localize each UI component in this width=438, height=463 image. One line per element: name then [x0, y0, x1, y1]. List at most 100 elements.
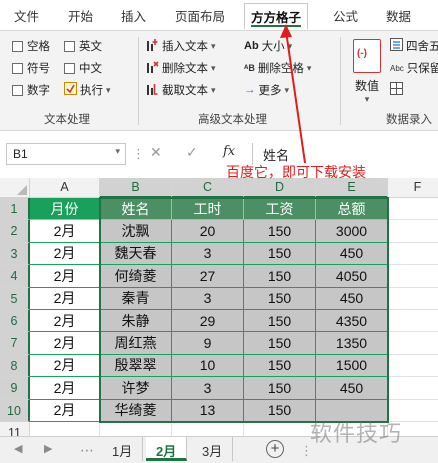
empty-cell[interactable]	[388, 198, 438, 221]
table-cell[interactable]: 29	[172, 310, 244, 333]
empty-cell[interactable]	[388, 310, 438, 333]
scroll-left-icon[interactable]: ◀	[14, 442, 22, 455]
table-cell[interactable]: 1500	[316, 354, 388, 378]
case-button[interactable]: Ab 大小 ▾	[244, 37, 292, 55]
column-header-a[interactable]: A	[30, 178, 100, 198]
cancel-icon[interactable]: ✕	[150, 144, 162, 161]
table-cell[interactable]: 150	[244, 354, 316, 378]
numeric-button[interactable]: 数值 ▾	[348, 37, 386, 104]
table-cell[interactable]: 2月	[30, 265, 100, 288]
table-cell[interactable]: 27	[172, 265, 244, 288]
table-cell[interactable]: 450	[316, 287, 388, 310]
table-cell[interactable]: 3	[172, 377, 244, 400]
table-header-cell[interactable]: 工资	[244, 198, 316, 221]
empty-cell[interactable]	[172, 422, 244, 436]
table-cell[interactable]: 150	[244, 242, 316, 266]
table-cell[interactable]: 9	[172, 332, 244, 355]
column-header-b[interactable]: B	[100, 178, 172, 198]
checkbox-icon[interactable]	[12, 84, 23, 96]
table-cell[interactable]: 何绮菱	[100, 265, 172, 288]
table-cell[interactable]: 许梦	[100, 377, 172, 400]
delete-text-button[interactable]: 删除文本 ▾	[146, 59, 216, 77]
confirm-icon[interactable]: ✓	[186, 144, 198, 161]
sheet-tab-mar[interactable]: 3月	[192, 437, 234, 461]
add-sheet-icon[interactable]: +	[266, 440, 284, 458]
table-cell[interactable]: 2月	[30, 310, 100, 333]
row-header-8[interactable]: 8	[0, 354, 30, 378]
table-cell[interactable]: 殷翠翠	[100, 354, 172, 378]
table-cell[interactable]: 秦青	[100, 287, 172, 310]
row-header-3[interactable]: 3	[0, 242, 30, 266]
table-cell[interactable]: 1350	[316, 332, 388, 355]
tab-data[interactable]: 数据	[386, 6, 411, 25]
table-cell[interactable]: 150	[244, 287, 316, 310]
table-cell[interactable]: 13	[172, 399, 244, 422]
tab-file[interactable]: 文件	[14, 6, 39, 25]
row-header-6[interactable]: 6	[0, 310, 30, 333]
round-button[interactable]: 四舍五	[390, 37, 438, 55]
table-cell[interactable]: 3000	[316, 220, 388, 243]
table-cell[interactable]: 华绮菱	[100, 399, 172, 422]
sheet-tab-feb[interactable]: 2月	[146, 437, 188, 461]
row-header-10[interactable]: 10	[0, 399, 30, 422]
table-cell[interactable]: 朱静	[100, 310, 172, 333]
tab-insert[interactable]: 插入	[121, 6, 146, 25]
table-cell[interactable]: 2月	[30, 287, 100, 310]
empty-cell[interactable]	[388, 288, 438, 310]
table-cell[interactable]: 3	[172, 242, 244, 266]
column-header-f[interactable]: F	[388, 178, 438, 198]
table-cell[interactable]: 沈飘	[100, 220, 172, 243]
empty-cell[interactable]	[100, 422, 172, 436]
empty-cell[interactable]	[388, 332, 438, 355]
table-cell[interactable]: 2月	[30, 377, 100, 400]
table-cell[interactable]: 150	[244, 377, 316, 400]
table-cell[interactable]: 450	[316, 377, 388, 400]
check-number[interactable]: 数字	[12, 81, 50, 99]
table-cell[interactable]: 450	[316, 242, 388, 266]
check-space[interactable]: 空格	[12, 37, 50, 55]
function-icon[interactable]: fx	[223, 144, 235, 159]
row-header-9[interactable]: 9	[0, 377, 30, 400]
table-cell[interactable]: 20	[172, 220, 244, 243]
table-cell[interactable]: 3	[172, 287, 244, 310]
data-extra-button[interactable]	[390, 81, 406, 99]
table-cell[interactable]: 4350	[316, 310, 388, 333]
table-cell[interactable]: 150	[244, 265, 316, 288]
keep-button[interactable]: Abc 只保留	[390, 59, 438, 77]
empty-cell[interactable]	[30, 422, 100, 436]
table-header-cell[interactable]: 月份	[30, 198, 100, 221]
check-chinese[interactable]: 中文	[64, 59, 102, 77]
select-all-corner[interactable]	[0, 178, 30, 198]
table-header-cell[interactable]: 总额	[316, 198, 388, 221]
tab-formulas[interactable]: 公式	[333, 6, 358, 25]
table-cell[interactable]: 2月	[30, 332, 100, 355]
table-cell[interactable]: 150	[244, 332, 316, 355]
name-box[interactable]: B1 ▾	[6, 143, 126, 165]
tab-home[interactable]: 开始	[68, 6, 93, 25]
row-header-11[interactable]: 11	[0, 422, 30, 436]
table-cell[interactable]: 10	[172, 354, 244, 378]
empty-cell[interactable]	[388, 377, 438, 400]
table-cell[interactable]: 2月	[30, 242, 100, 266]
checkbox-icon[interactable]	[64, 62, 75, 74]
tab-page-layout[interactable]: 页面布局	[175, 6, 225, 25]
checkbox-icon[interactable]	[12, 62, 23, 74]
more-button[interactable]: → 更多 ▾	[244, 81, 289, 99]
empty-cell[interactable]	[388, 220, 438, 243]
table-cell[interactable]: 魏天春	[100, 242, 172, 266]
table-cell[interactable]: 2月	[30, 220, 100, 243]
row-header-7[interactable]: 7	[0, 332, 30, 355]
empty-cell[interactable]	[244, 422, 316, 436]
tab-menu-icon[interactable]: ⋯	[80, 442, 94, 459]
insert-text-button[interactable]: 插入文本 ▾	[146, 37, 216, 55]
table-header-cell[interactable]: 姓名	[100, 198, 172, 221]
extract-text-button[interactable]: 截取文本 ▾	[146, 81, 216, 99]
row-header-4[interactable]: 4	[0, 265, 30, 288]
table-cell[interactable]: 2月	[30, 354, 100, 378]
row-header-2[interactable]: 2	[0, 220, 30, 243]
empty-cell[interactable]	[388, 265, 438, 288]
row-header-5[interactable]: 5	[0, 287, 30, 310]
table-header-cell[interactable]: 工时	[172, 198, 244, 221]
sheet-tab-jan[interactable]: 1月	[102, 437, 144, 461]
tab-fangfangezi[interactable]: 方方格子	[244, 3, 309, 29]
